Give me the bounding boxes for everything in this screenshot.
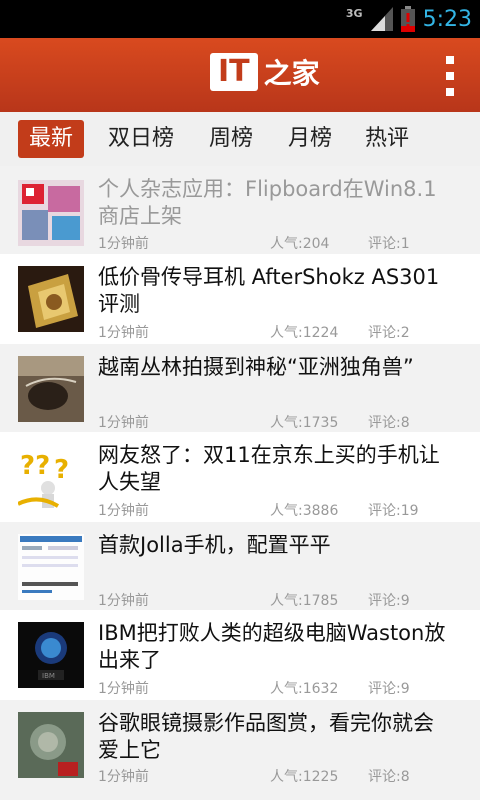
news-title: 网友怒了：双11在京东上买的手机让人失望 [98, 443, 440, 494]
tab-monthly-ranking[interactable]: 月榜 [280, 120, 340, 158]
news-title: 个人杂志应用：Flipboard在Win8.1商店上架 [98, 177, 437, 228]
tab-hot-comments[interactable]: 热评 [358, 120, 416, 158]
news-popularity: 人气:3886 [270, 503, 339, 519]
news-thumbnail [18, 712, 84, 778]
news-popularity: 人气:204 [270, 236, 330, 252]
tab-latest[interactable]: 最新 [18, 120, 84, 158]
news-title: 越南丛林拍摄到神秘“亚洲独角兽” [98, 355, 414, 379]
signal-icon [370, 7, 393, 31]
news-thumbnail [18, 356, 84, 422]
news-popularity: 人气:1224 [270, 325, 339, 341]
news-item[interactable]: 首款Jolla手机，配置平平 1分钟前 人气:1785 评论:9 [0, 522, 480, 610]
battery-low-icon [400, 6, 415, 32]
logo-it-mark: IT [210, 53, 258, 91]
news-popularity: 人气:1735 [270, 415, 339, 431]
news-time: 1分钟前 [98, 325, 149, 341]
news-title: 谷歌眼镜摄影作品图赏，看完你就会爱上它 [98, 711, 434, 762]
news-popularity: 人气:1632 [270, 681, 339, 697]
logo-text: 之家 [263, 57, 320, 90]
overflow-menu-icon[interactable] [446, 56, 458, 96]
news-comments: 评论:2 [368, 325, 410, 341]
status-bar: 3G 5:23 [0, 0, 480, 38]
network-type: 3G [345, 6, 363, 20]
news-item[interactable]: 谷歌眼镜摄影作品图赏，看完你就会爱上它 1分钟前 人气:1225 评论:8 [0, 700, 480, 800]
tab-bar: 最新 双日榜 周榜 月榜 热评 [0, 112, 480, 167]
news-thumbnail [18, 266, 84, 332]
svg-text:?: ? [54, 455, 69, 485]
news-item[interactable]: IBM IBM把打败人类的超级电脑Waston放出来了 1分钟前 人气:1632… [0, 610, 480, 700]
ithome-logo[interactable]: IT 之家 [210, 52, 320, 92]
news-item[interactable]: 越南丛林拍摄到神秘“亚洲独角兽” 1分钟前 人气:1735 评论:8 [0, 344, 480, 432]
news-time: 1分钟前 [98, 236, 149, 252]
news-item[interactable]: ?? ? 网友怒了：双11在京东上买的手机让人失望 1分钟前 人气:3886 评… [0, 432, 480, 522]
news-comments: 评论:9 [368, 681, 410, 697]
news-thumbnail [18, 180, 84, 246]
news-title: IBM把打败人类的超级电脑Waston放出来了 [98, 621, 446, 672]
news-title: 首款Jolla手机，配置平平 [98, 533, 331, 557]
news-item[interactable]: 低价骨传导耳机 AfterShokz AS301评测 1分钟前 人气:1224 … [0, 254, 480, 344]
news-thumbnail: ?? ? [18, 444, 84, 510]
news-time: 1分钟前 [98, 769, 149, 785]
news-thumbnail [18, 534, 84, 600]
news-popularity: 人气:1785 [270, 593, 339, 609]
news-comments: 评论:9 [368, 593, 410, 609]
news-comments: 评论:19 [368, 503, 419, 519]
news-item[interactable]: 个人杂志应用：Flipboard在Win8.1商店上架 1分钟前 人气:204 … [0, 166, 480, 254]
news-time: 1分钟前 [98, 415, 149, 431]
news-comments: 评论:1 [368, 236, 410, 252]
tab-weekly-ranking[interactable]: 周榜 [200, 120, 262, 158]
news-time: 1分钟前 [98, 503, 149, 519]
news-title: 低价骨传导耳机 AfterShokz AS301评测 [98, 265, 440, 316]
news-time: 1分钟前 [98, 593, 149, 609]
news-time: 1分钟前 [98, 681, 149, 697]
tab-two-day-ranking[interactable]: 双日榜 [100, 120, 182, 158]
clock: 5:23 [422, 6, 472, 32]
svg-text:IBM: IBM [42, 672, 55, 680]
news-popularity: 人气:1225 [270, 769, 339, 785]
app-header: IT 之家 [0, 38, 480, 112]
news-comments: 评论:8 [368, 415, 410, 431]
svg-text:??: ?? [20, 451, 50, 481]
news-comments: 评论:8 [368, 769, 410, 785]
news-thumbnail: IBM [18, 622, 84, 688]
